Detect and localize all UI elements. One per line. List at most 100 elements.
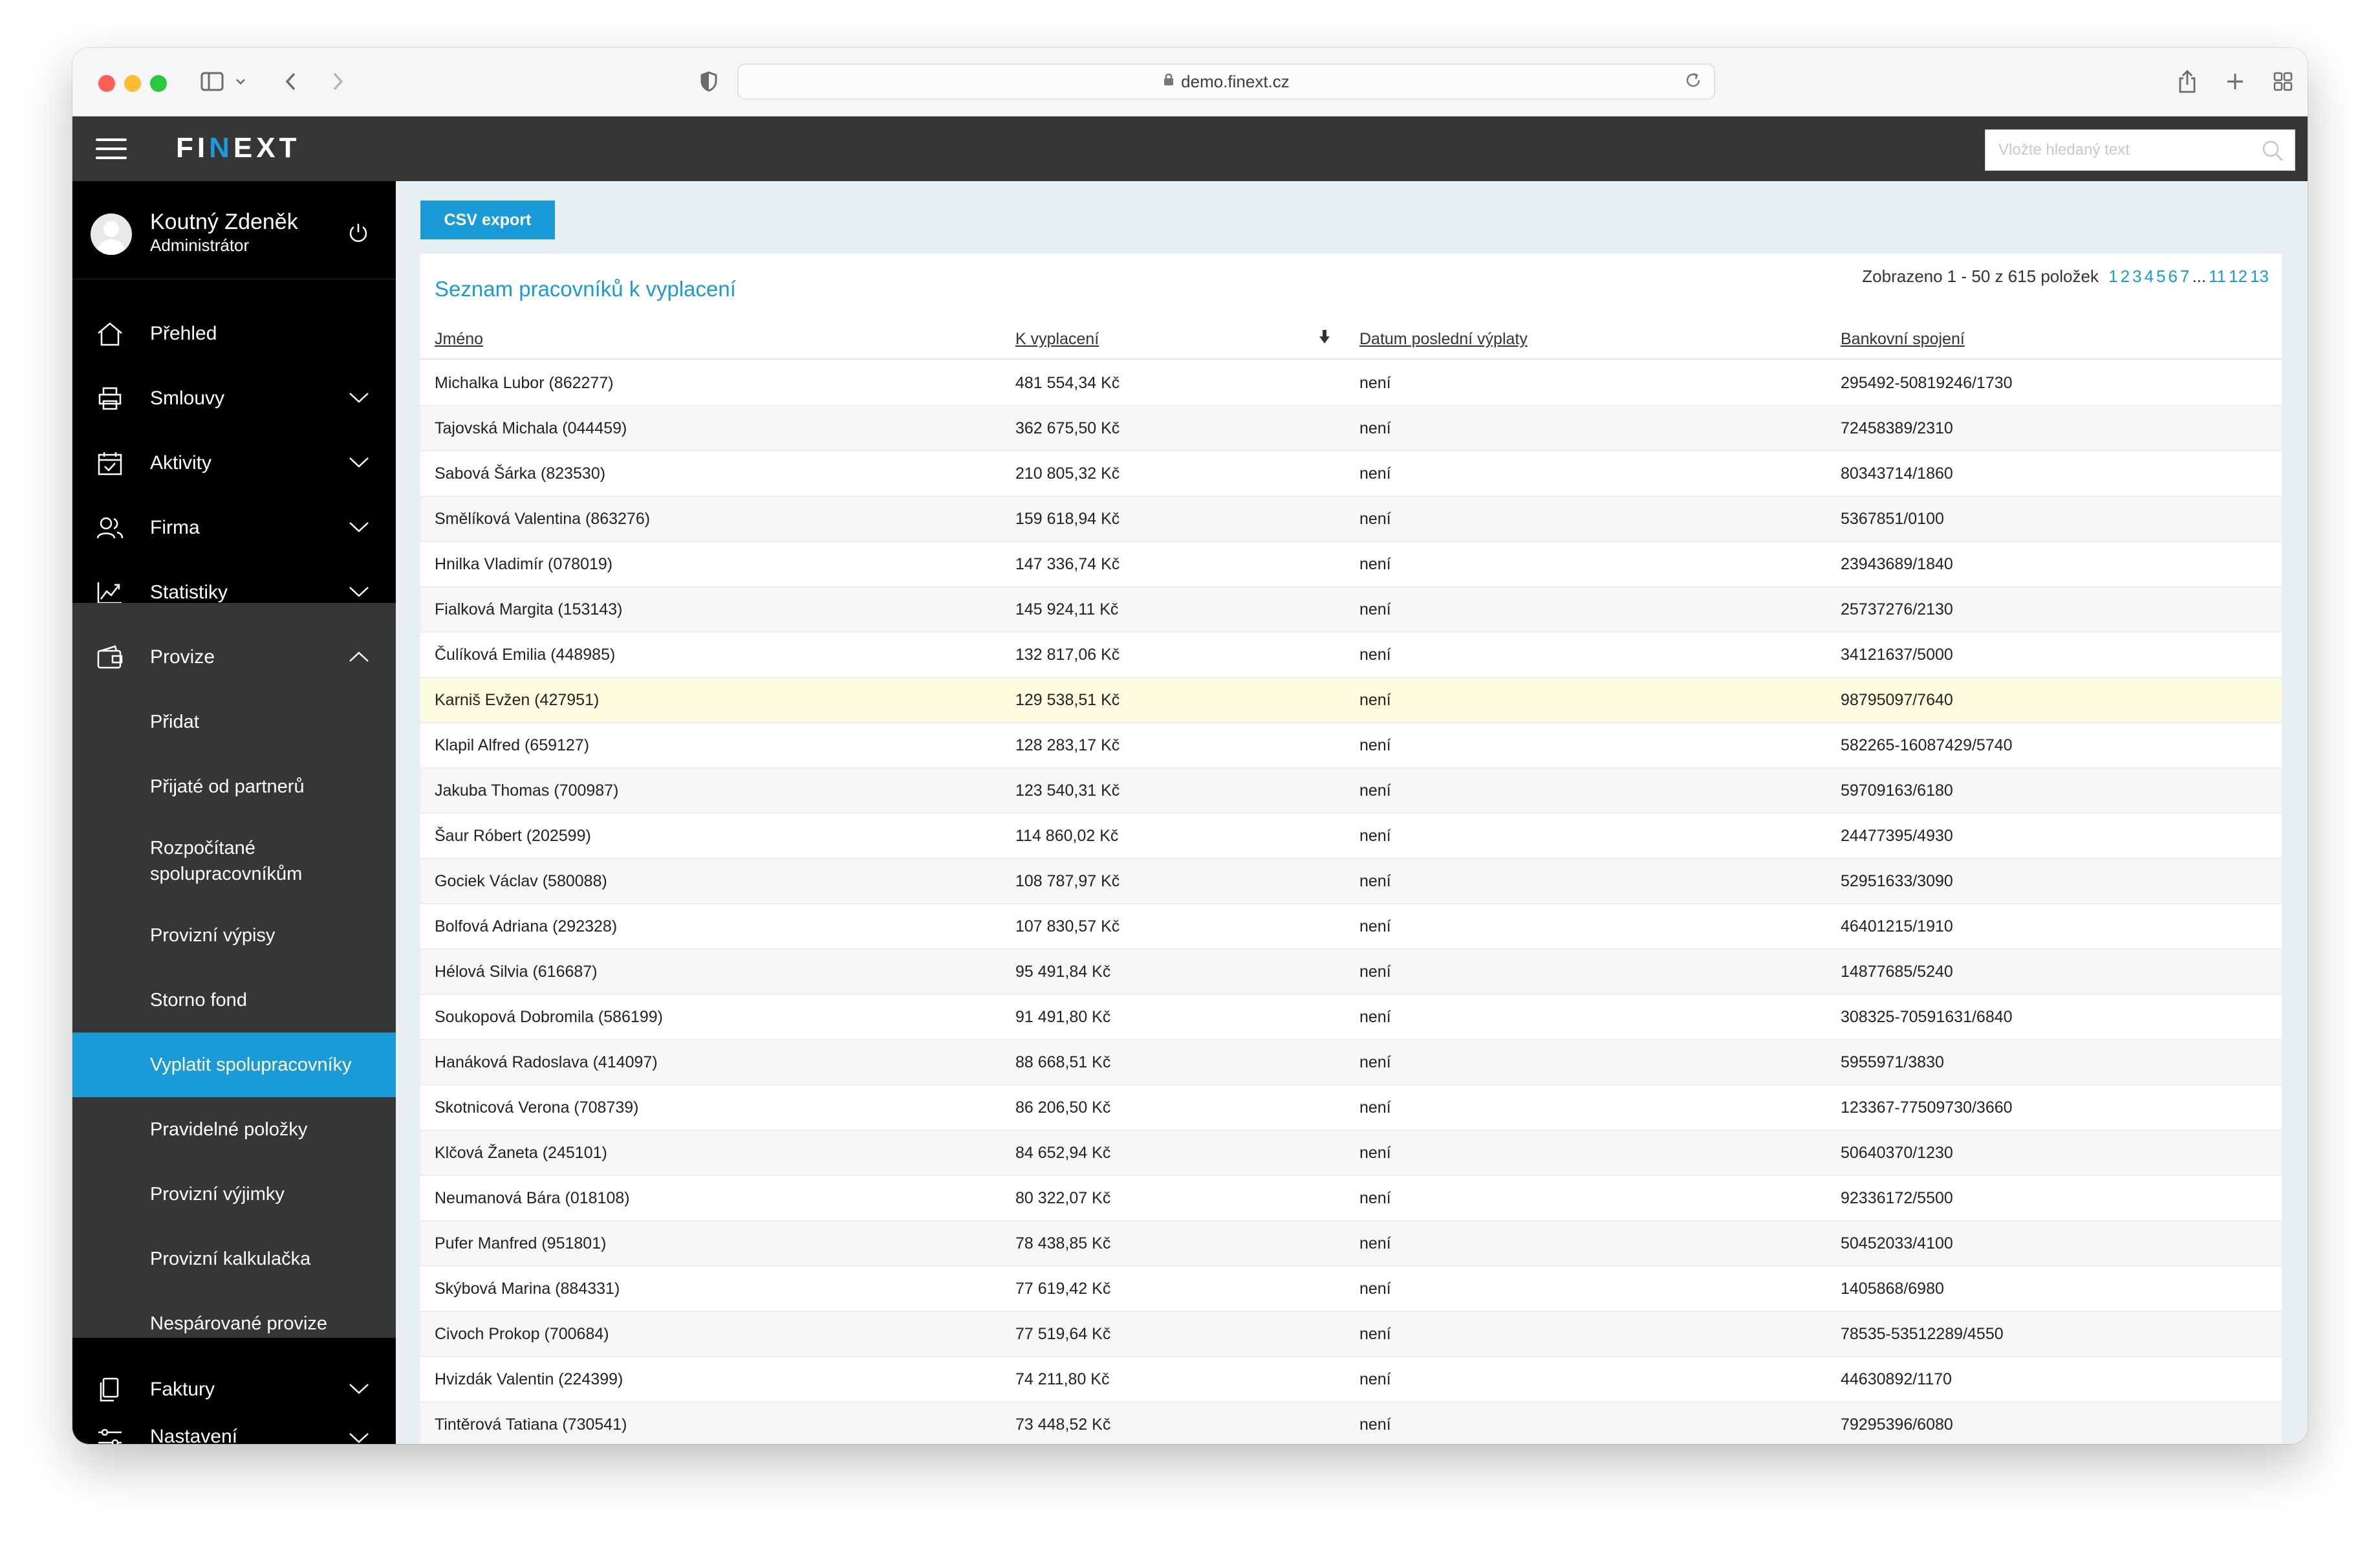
sidebar-subitem-provizni-vypisy[interactable]: Provizní výpisy xyxy=(72,903,396,968)
sidebar-subitem-pridat[interactable]: Přidat xyxy=(72,690,396,754)
minimize-window-button[interactable] xyxy=(124,75,141,92)
sidebar-item-provize[interactable]: Provize xyxy=(72,625,396,690)
cell-last-payout: není xyxy=(1359,1280,1391,1298)
table-row[interactable]: Klčová Žaneta (245101) 84 652,94 Kč není 50… xyxy=(420,1131,2282,1176)
sort-descending-icon[interactable] xyxy=(1318,329,1331,345)
table-row[interactable]: Jakuba Thomas (700987) 123 540,31 Kč není 5… xyxy=(420,769,2282,814)
sidebar-subitem-vyjimky[interactable]: Provizní výjimky xyxy=(72,1162,396,1227)
page-link[interactable]: 4 xyxy=(2145,267,2154,286)
table-row[interactable]: Sabová Šárka (823530) 210 805,32 Kč není 80… xyxy=(420,452,2282,497)
table-row[interactable]: Skotnicová Verona (708739) 86 206,50 Kč ne… xyxy=(420,1086,2282,1131)
menu-toggle-icon[interactable] xyxy=(96,138,127,159)
table-row[interactable]: Gociek Václav (580088) 108 787,97 Kč není 5… xyxy=(420,859,2282,904)
cell-amount: 123 540,31 Kč xyxy=(1015,781,1120,800)
cell-amount: 114 860,02 Kč xyxy=(1015,827,1119,845)
table-row[interactable]: Skýbová Marina (884331) 77 619,42 Kč není 1… xyxy=(420,1267,2282,1312)
sidebar-subitem-label: Přijaté od partnerů xyxy=(150,776,305,797)
cell-name: Smělíková Valentina (863276) xyxy=(435,510,651,528)
table-row[interactable]: Soukopová Dobromila (586199) 91 491,80 Kč… xyxy=(420,995,2282,1040)
column-header-jmeno[interactable]: Jméno xyxy=(435,330,483,349)
table-row[interactable]: Civoch Prokop (700684) 77 519,64 Kč není 78… xyxy=(420,1312,2282,1357)
privacy-shield-icon[interactable] xyxy=(695,66,723,97)
column-header-k-vyplaceni[interactable]: K vyplacení xyxy=(1015,330,1099,349)
cell-name: Sabová Šárka (823530) xyxy=(435,464,606,483)
sidebar-subitem-nesparovane[interactable]: Nespárované provize xyxy=(72,1291,396,1356)
table-row[interactable]: Fialková Margita (153143) 145 924,11 Kč ne… xyxy=(420,587,2282,633)
search-icon[interactable] xyxy=(2261,139,2284,162)
chevron-down-icon xyxy=(348,520,370,534)
cell-last-payout: není xyxy=(1359,1053,1391,1071)
cell-last-payout: není xyxy=(1359,600,1391,618)
reload-icon[interactable] xyxy=(1684,71,1702,94)
table-row[interactable]: Klapil Alfred (659127) 128 283,17 Kč není 5… xyxy=(420,723,2282,769)
sidebar-item-aktivity[interactable]: Aktivity xyxy=(72,431,396,496)
address-bar[interactable]: demo.finext.cz xyxy=(737,63,1715,100)
table-row[interactable]: Hanáková Radoslava (414097) 88 668,51 Kč n… xyxy=(420,1040,2282,1086)
table-row[interactable]: Bolfová Adriana (292328) 107 830,57 Kč nen… xyxy=(420,904,2282,950)
sidebar-item-smlouvy[interactable]: Smlouvy xyxy=(72,366,396,431)
cell-amount: 73 448,52 Kč xyxy=(1015,1415,1111,1434)
cell-amount: 95 491,84 Kč xyxy=(1015,963,1111,981)
sidebar-item-firma[interactable]: Firma xyxy=(72,496,396,560)
table-row[interactable]: Šaur Róbert (202599) 114 860,02 Kč není 244… xyxy=(420,814,2282,859)
power-icon[interactable] xyxy=(347,221,370,245)
cell-bank-account: 25737276/2130 xyxy=(1841,600,1953,618)
close-window-button[interactable] xyxy=(98,75,115,92)
table-row[interactable]: Tintěrová Tatiana (730541) 73 448,52 Kč ne… xyxy=(420,1403,2282,1444)
cell-last-payout: není xyxy=(1359,646,1391,664)
page-link[interactable]: 2 xyxy=(2121,267,2130,286)
page-link[interactable]: 5 xyxy=(2156,267,2165,286)
page-link[interactable]: 6 xyxy=(2169,267,2178,286)
sidebar-subitem-kalkulacka[interactable]: Provizní kalkulačka xyxy=(72,1227,396,1291)
table-row[interactable]: Hnilka Vladimír (078019) 147 336,74 Kč nen… xyxy=(420,542,2282,587)
page-link[interactable]: 3 xyxy=(2132,267,2141,286)
new-tab-icon[interactable] xyxy=(2221,66,2249,97)
table-row[interactable]: Hélová Silvia (616687) 95 491,84 Kč není 14… xyxy=(420,950,2282,995)
share-icon[interactable] xyxy=(2173,66,2202,97)
table-row[interactable]: Karniš Evžen (427951) 129 538,51 Kč není 98… xyxy=(420,678,2282,723)
cell-name: Skotnicová Verona (708739) xyxy=(435,1098,639,1117)
sidebar-item-label: Nastavení xyxy=(150,1426,238,1444)
cell-amount: 147 336,74 Kč xyxy=(1015,555,1120,573)
csv-export-button[interactable]: CSV export xyxy=(420,201,555,239)
forward-icon[interactable] xyxy=(325,66,351,97)
cell-last-payout: není xyxy=(1359,464,1391,483)
cell-name: Michalka Lubor (862277) xyxy=(435,374,614,392)
tab-overview-icon[interactable] xyxy=(2269,66,2297,97)
cell-name: Tajovská Michala (044459) xyxy=(435,419,627,437)
column-header-bankovni-spojeni[interactable]: Bankovní spojení xyxy=(1841,330,1965,349)
finext-logo[interactable]: FINEXT xyxy=(176,132,300,164)
column-header-datum[interactable]: Datum poslední výplaty xyxy=(1359,330,1528,349)
table-row[interactable]: Čulíková Emilia (448985) 132 817,06 Kč nen… xyxy=(420,633,2282,678)
sidebar-subitem-storno-fond[interactable]: Storno fond xyxy=(72,968,396,1033)
sidebar-toggle-icon[interactable] xyxy=(197,66,228,97)
zoom-window-button[interactable] xyxy=(150,75,167,92)
sidebar-item-nastaveni[interactable]: Nastavení xyxy=(72,1422,396,1444)
sidebar-subitem-prijate[interactable]: Přijaté od partnerů xyxy=(72,754,396,819)
table-row[interactable]: Neumanová Bára (018108) 80 322,07 Kč není 9… xyxy=(420,1176,2282,1221)
table-row[interactable]: Smělíková Valentina (863276) 159 618,94 K… xyxy=(420,497,2282,542)
table-row[interactable]: Michalka Lubor (862277) 481 554,34 Kč není… xyxy=(420,361,2282,406)
sidebar-subitem-vyplatit[interactable]: Vyplatit spolupracovníky xyxy=(72,1033,396,1097)
page-link[interactable]: 1 xyxy=(2108,267,2117,286)
page-link[interactable]: 11 xyxy=(2209,267,2226,286)
cell-amount: 77 519,64 Kč xyxy=(1015,1325,1111,1343)
page-link[interactable]: 13 xyxy=(2250,267,2269,286)
table-row[interactable]: Pufer Manfred (951801) 78 438,85 Kč není 50… xyxy=(420,1221,2282,1267)
table-row[interactable]: Tajovská Michala (044459) 362 675,50 Kč ne… xyxy=(420,406,2282,452)
search-box xyxy=(1985,129,2295,171)
page-link[interactable]: 12 xyxy=(2229,267,2247,286)
sidebar-subitem-rozpocitane[interactable]: Rozpočítané spolupracovníkům xyxy=(72,819,396,903)
pagination-links: 1 2 3 4 5 6 7... 11 12 13 xyxy=(2103,267,2269,286)
page-link[interactable]: 7 xyxy=(2180,267,2189,286)
search-input[interactable] xyxy=(1985,131,2244,169)
table-row[interactable]: Hvizdák Valentin (224399) 74 211,80 Kč nen… xyxy=(420,1357,2282,1403)
cell-last-payout: není xyxy=(1359,1189,1391,1207)
cell-last-payout: není xyxy=(1359,827,1391,845)
back-icon[interactable] xyxy=(278,66,304,97)
sidebar-subitem-pravidelne[interactable]: Pravidelné položky xyxy=(72,1097,396,1162)
chevron-down-icon[interactable] xyxy=(233,66,248,97)
cell-amount: 91 491,80 Kč xyxy=(1015,1008,1111,1026)
sidebar-item-prehled[interactable]: Přehled xyxy=(72,301,396,366)
sidebar-item-faktury[interactable]: Faktury xyxy=(72,1357,396,1422)
